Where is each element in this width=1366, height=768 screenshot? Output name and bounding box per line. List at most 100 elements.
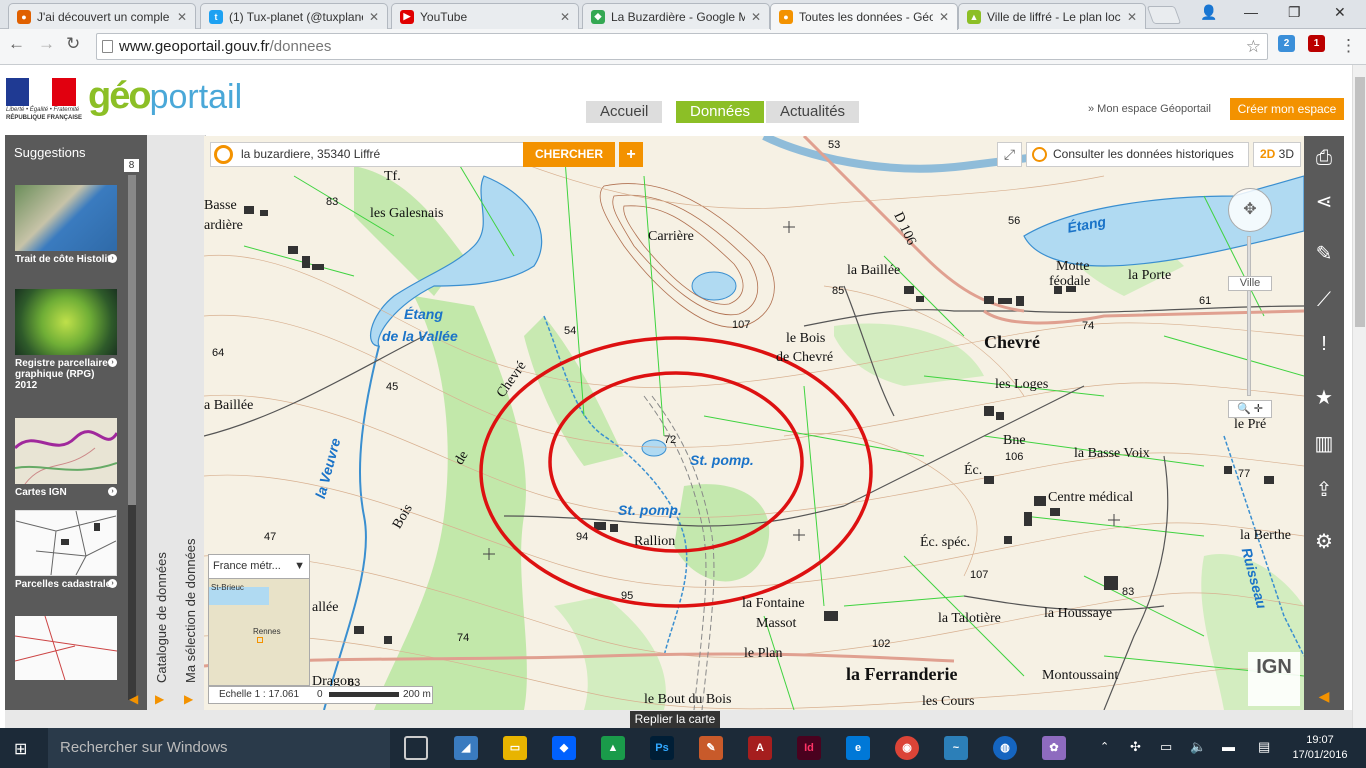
system-clock[interactable]: 19:07 17/01/2016 — [1290, 733, 1350, 763]
share-icon[interactable]: ⋖ — [1312, 190, 1336, 214]
fullscreen-icon[interactable]: ⤢ — [997, 142, 1022, 167]
network-icon[interactable]: ▭ — [1160, 739, 1172, 755]
map-label-dechevre: de Chevré — [776, 350, 834, 365]
palette-icon[interactable]: ✿ — [1042, 736, 1066, 760]
volume-icon[interactable]: 🔈 — [1190, 739, 1206, 755]
map-icon[interactable]: ▥ — [1312, 432, 1336, 456]
tab-5[interactable]: ● Toutes les données - Géo ✕ — [770, 3, 958, 30]
globe-app-icon[interactable]: ◍ — [993, 736, 1017, 760]
tab-6[interactable]: ▲ Ville de liffré - Le plan loc ✕ — [958, 3, 1146, 29]
tab-catalogue[interactable]: Catalogue de données ▶ — [147, 135, 177, 710]
mode-3d-option[interactable]: 3D — [1279, 147, 1294, 161]
close-icon[interactable]: ✕ — [751, 10, 761, 24]
suggestion-rpg[interactable]: › Registre parcellaire graphique (RPG) 2… — [15, 289, 117, 391]
tab-ma-selection[interactable]: Ma sélection de données ▶ — [176, 135, 206, 710]
minimap-view[interactable]: St-Brieuc Rennes — [209, 579, 309, 685]
tray-chevron-icon[interactable]: ⌃ — [1100, 740, 1109, 753]
territory-select[interactable]: France métr... ▼ — [209, 555, 309, 579]
historical-data-button[interactable]: Consulter les données historiques — [1026, 142, 1249, 167]
page-scrollbar[interactable] — [1352, 65, 1366, 728]
close-icon[interactable]: ✕ — [369, 10, 379, 24]
alert-icon[interactable]: ! — [1312, 332, 1336, 356]
crosshair-icon[interactable]: ✛ — [1254, 403, 1263, 415]
close-icon[interactable]: ✕ — [177, 10, 187, 24]
nav-donnees[interactable]: Données — [676, 101, 765, 123]
minimize-button[interactable]: — — [1244, 4, 1258, 20]
indesign-icon[interactable]: Id — [797, 736, 821, 760]
menu-icon[interactable]: ⋮ — [1340, 36, 1357, 56]
notification-icon[interactable]: ▤ — [1258, 739, 1270, 755]
bookmark-star-icon[interactable]: ☆ — [1246, 34, 1261, 59]
mon-espace-link[interactable]: » Mon espace Géoportail — [1088, 103, 1211, 115]
suggestion-cartes-ign[interactable]: › Cartes IGN — [15, 418, 117, 498]
advanced-search-button[interactable]: + — [619, 142, 643, 167]
profile-icon[interactable]: 👤 — [1200, 4, 1217, 21]
nav-actualites[interactable]: Actualités — [766, 101, 860, 123]
chrome-icon[interactable]: ◉ — [895, 736, 919, 760]
suggestion-cadastre[interactable]: › Parcelles cadastrales — [15, 510, 117, 590]
mode-2d-option[interactable]: 2D — [1260, 147, 1275, 161]
close-icon[interactable]: ✕ — [939, 10, 949, 24]
nav-accueil[interactable]: Accueil — [586, 101, 663, 123]
expand-arrow-icon[interactable]: ▶ — [184, 692, 193, 706]
tab-1[interactable]: ● J'ai découvert un comple ✕ — [8, 3, 196, 29]
maximize-button[interactable]: ❐ — [1288, 4, 1301, 21]
extension-icon[interactable]: 2 — [1278, 35, 1295, 52]
zoom-slider[interactable] — [1247, 236, 1251, 396]
search-button[interactable]: CHERCHER — [523, 142, 615, 167]
back-icon[interactable]: ← — [8, 34, 25, 54]
close-window-button[interactable]: ✕ — [1334, 4, 1346, 21]
google-drive-icon[interactable]: ▲ — [601, 736, 625, 760]
settings-gear-icon[interactable]: ⚙ — [1312, 530, 1336, 554]
map-viewport[interactable]: Tf. Basse ardière 83 les Galesnais Carrière 53… — [204, 136, 1304, 710]
edge-icon[interactable]: e — [846, 736, 870, 760]
clock-icon — [1032, 147, 1047, 162]
windows-start-icon[interactable]: ⊞ — [14, 739, 27, 759]
new-tab-button[interactable] — [1146, 6, 1182, 24]
photoshop-icon[interactable]: Ps — [650, 736, 674, 760]
geoportail-logo[interactable]: géoportail — [88, 75, 242, 118]
map-search-field[interactable]: la buzardiere, 35340 Liffré — [210, 142, 526, 167]
url-field[interactable]: www.geoportail.gouv.fr/donnees ☆ — [96, 33, 1268, 60]
tray-dropbox-icon[interactable]: ✣ — [1130, 739, 1141, 755]
print-icon[interactable]: ⎙ — [1312, 146, 1336, 170]
expand-arrow-icon[interactable]: ▶ — [155, 692, 164, 706]
import-icon[interactable]: ⇪ — [1312, 478, 1336, 502]
close-icon[interactable]: ✕ — [560, 10, 570, 24]
battery-icon[interactable]: ▬ — [1222, 739, 1235, 754]
windows-search-field[interactable]: Rechercher sur Windows — [48, 728, 390, 768]
tab-3[interactable]: ▶ YouTube ✕ — [391, 3, 579, 29]
draw-icon[interactable]: ✎ — [1312, 242, 1336, 266]
collapse-map-button[interactable]: Replier la carte — [630, 711, 720, 728]
app-bird-icon[interactable]: ~ — [944, 736, 968, 760]
toolbar-collapse-icon[interactable]: ◀ — [1312, 684, 1336, 708]
reload-icon[interactable]: ↻ — [66, 34, 80, 54]
folder-icon[interactable]: ▭ — [503, 736, 527, 760]
create-account-button[interactable]: Créer mon espace — [1230, 98, 1344, 120]
view-mode-toggle[interactable]: 2D 3D — [1253, 142, 1301, 167]
scrollbar-thumb[interactable] — [1355, 77, 1365, 327]
file-explorer-user-icon[interactable]: ◢ — [454, 736, 478, 760]
tab-2[interactable]: t (1) Tux-planet (@tuxplane ✕ — [200, 3, 388, 29]
measure-icon[interactable]: ⟋ — [1312, 288, 1336, 312]
zoom-tools[interactable]: 🔍 ✛ — [1228, 400, 1272, 418]
dropbox-icon[interactable]: ◆ — [552, 736, 576, 760]
task-view-icon[interactable] — [404, 736, 428, 760]
topographic-map[interactable] — [204, 136, 1304, 710]
suggestion-histolitt[interactable]: › Trait de côte Histolitt — [15, 185, 117, 265]
suggestion-more[interactable] — [14, 615, 118, 683]
sidebar-collapse-icon[interactable]: ◀ — [129, 692, 138, 706]
pan-control[interactable]: ✥ — [1228, 188, 1272, 232]
zoom-box-icon[interactable]: 🔍 — [1237, 403, 1251, 415]
locate-icon[interactable] — [214, 145, 233, 164]
ublock-icon[interactable]: 1 — [1308, 35, 1325, 52]
paint-brush-icon[interactable]: ✎ — [699, 736, 723, 760]
favorite-star-icon[interactable]: ★ — [1312, 386, 1336, 410]
close-icon[interactable]: ✕ — [1127, 10, 1137, 24]
forward-icon[interactable]: → — [38, 34, 55, 54]
sidebar-scrollbar[interactable] — [128, 175, 136, 700]
map-label-alt-47: 47 — [264, 531, 277, 543]
autocad-icon[interactable]: A — [748, 736, 772, 760]
overview-minimap[interactable]: France métr... ▼ St-Brieuc Rennes — [208, 554, 310, 686]
tab-4[interactable]: ◆ La Buzardière - Google M ✕ — [582, 3, 770, 29]
